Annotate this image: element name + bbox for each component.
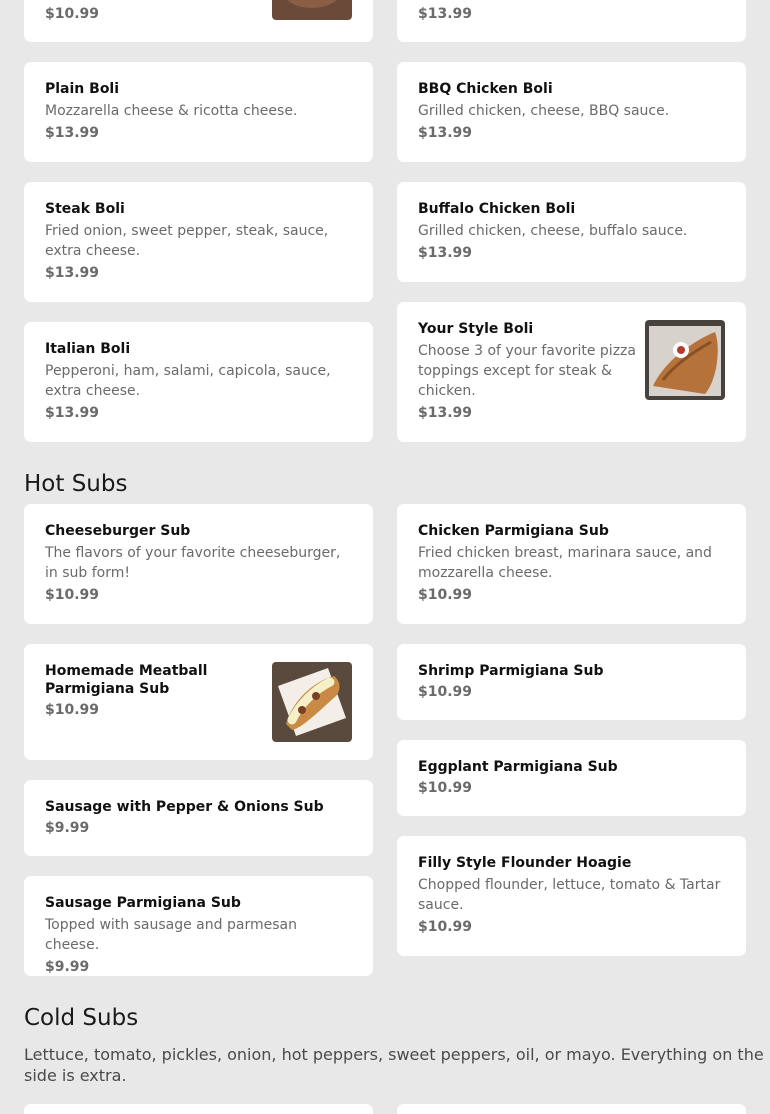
item-name: Italian Boli bbox=[45, 341, 131, 357]
item-description: Grilled chicken, cheese, buffalo sauce. bbox=[418, 223, 688, 239]
menu-item-card[interactable] bbox=[397, 1104, 746, 1114]
menu-item-card[interactable]: Cheeseburger Sub The flavors of your fav… bbox=[24, 504, 373, 624]
section-description: Lettuce, tomato, pickles, onion, hot pep… bbox=[24, 1045, 764, 1085]
item-name: Eggplant Parmigiana Sub bbox=[418, 759, 618, 775]
item-name: Chicken Parmigiana Sub bbox=[418, 523, 609, 539]
menu-item-card[interactable]: Eggplant Parmigiana Sub $10.99 bbox=[397, 740, 746, 816]
item-name: Plain Boli bbox=[45, 81, 120, 97]
menu-item-card[interactable]: Steak Boli Fried onion, sweet pepper, st… bbox=[24, 182, 373, 302]
item-name: Shrimp Parmigiana Sub bbox=[418, 663, 604, 679]
item-price: $9.99 bbox=[45, 959, 90, 975]
menu-item-card[interactable]: Italian Boli Pepperoni, ham, salami, cap… bbox=[24, 322, 373, 442]
item-price: $13.99 bbox=[45, 125, 100, 141]
item-price: $10.99 bbox=[45, 587, 100, 603]
menu-item-card[interactable]: Your Style Boli Choose 3 of your favorit… bbox=[397, 302, 746, 442]
menu-item-card[interactable]: Sausage with Pepper & Onions Sub $9.99 bbox=[24, 780, 373, 856]
menu-item-card[interactable] bbox=[24, 1104, 373, 1114]
item-name: Your Style Boli bbox=[418, 321, 534, 337]
menu-item-card[interactable]: Buffalo Chicken Boli Grilled chicken, ch… bbox=[397, 182, 746, 282]
item-description: Chopped flounder, lettuce, tomato & Tart… bbox=[418, 877, 721, 913]
section-title-cold-subs: Cold Subs bbox=[24, 1005, 139, 1031]
item-price: $10.99 bbox=[45, 702, 100, 718]
item-name: Sausage with Pepper & Onions Sub bbox=[45, 799, 324, 815]
item-price: $10.99 bbox=[45, 6, 100, 22]
item-price: $10.99 bbox=[418, 684, 473, 700]
item-price: $10.99 bbox=[418, 780, 473, 796]
food-photo bbox=[272, 662, 352, 742]
item-price: $13.99 bbox=[45, 265, 100, 281]
menu-item-card[interactable]: Chicken Parmigiana Sub Fried chicken bre… bbox=[397, 504, 746, 624]
item-name: Steak Boli bbox=[45, 201, 125, 217]
item-description: Grilled chicken, cheese, BBQ sauce. bbox=[418, 103, 670, 119]
section-title-hot-subs: Hot Subs bbox=[24, 471, 128, 497]
item-description: Fried chicken breast, marinara sauce, an… bbox=[418, 545, 712, 581]
menu-page: $10.99 $13.99 Plain Boli Mozzarella chee… bbox=[0, 0, 770, 1114]
item-description: Fried onion, sweet pepper, steak, sauce,… bbox=[45, 223, 329, 259]
item-price: $13.99 bbox=[418, 125, 473, 141]
menu-item-card[interactable]: $13.99 bbox=[397, 0, 746, 42]
item-name: Cheeseburger Sub bbox=[45, 523, 191, 539]
item-price: $13.99 bbox=[418, 6, 473, 22]
item-price: $13.99 bbox=[418, 245, 473, 261]
menu-item-card[interactable]: Filly Style Flounder Hoagie Chopped flou… bbox=[397, 836, 746, 956]
item-description: The flavors of your favorite cheeseburge… bbox=[45, 545, 341, 581]
menu-item-card[interactable]: $10.99 bbox=[24, 0, 373, 42]
item-name: Filly Style Flounder Hoagie bbox=[418, 855, 632, 871]
item-price: $10.99 bbox=[418, 587, 473, 603]
item-price: $10.99 bbox=[418, 919, 473, 935]
menu-item-card[interactable]: Homemade Meatball Parmigiana Sub $10.99 bbox=[24, 644, 373, 760]
menu-item-card[interactable]: BBQ Chicken Boli Grilled chicken, cheese… bbox=[397, 62, 746, 162]
menu-item-card[interactable]: Plain Boli Mozzarella cheese & ricotta c… bbox=[24, 62, 373, 162]
item-name: Homemade Meatball Parmigiana Sub bbox=[45, 663, 208, 697]
item-price: $9.99 bbox=[45, 820, 90, 836]
menu-item-card[interactable]: Sausage Parmigiana Sub Topped with sausa… bbox=[24, 876, 373, 976]
item-price: $13.99 bbox=[418, 405, 473, 421]
item-name: Buffalo Chicken Boli bbox=[418, 201, 576, 217]
menu-item-card[interactable]: Shrimp Parmigiana Sub $10.99 bbox=[397, 644, 746, 720]
food-photo bbox=[645, 320, 725, 400]
item-description: Topped with sausage and parmesan cheese. bbox=[45, 917, 297, 953]
food-photo bbox=[272, 0, 352, 20]
item-name: BBQ Chicken Boli bbox=[418, 81, 553, 97]
item-description: Pepperoni, ham, salami, capicola, sauce,… bbox=[45, 363, 331, 399]
item-description: Choose 3 of your favorite pizza toppings… bbox=[418, 343, 636, 399]
item-name: Sausage Parmigiana Sub bbox=[45, 895, 241, 911]
item-price: $13.99 bbox=[45, 405, 100, 421]
item-description: Mozzarella cheese & ricotta cheese. bbox=[45, 103, 298, 119]
